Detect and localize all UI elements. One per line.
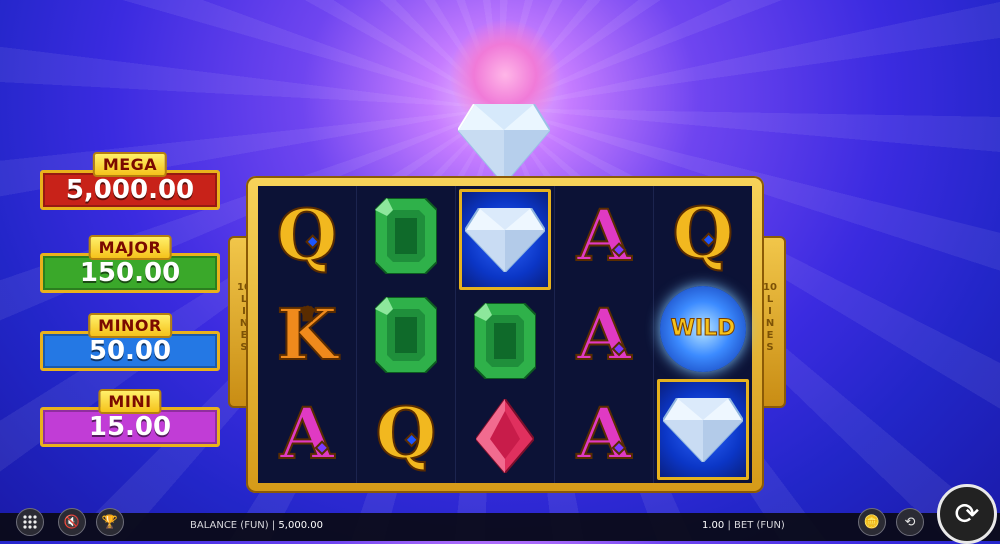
jackpot-label: MINOR: [88, 313, 172, 338]
symbol-letter: A: [576, 292, 632, 376]
symbol-k: K ♛: [276, 298, 339, 370]
symbol-letter: A: [576, 391, 632, 475]
symbol-a: A ◆: [576, 298, 632, 370]
bet-readout: 1.00 | BET (FUN): [702, 520, 785, 531]
emerald-icon: [375, 296, 437, 373]
reel-cell: Q ◆: [258, 186, 356, 285]
reel-cell: K ♛: [258, 285, 356, 384]
symbol-a: A ◆: [576, 397, 632, 469]
reel-cell: [456, 388, 554, 483]
trophy-icon[interactable]: 🏆: [96, 508, 124, 536]
bet-label: BET (FUN): [734, 520, 785, 531]
reel-1: Q ◆ K ♛ A ◆: [258, 186, 357, 483]
bet-value: 1.00: [702, 520, 725, 531]
autoplay-icon[interactable]: ⟲: [896, 508, 924, 536]
balance-label: BALANCE (FUN): [190, 520, 269, 531]
jackpot-minor: 50.00 MINOR: [40, 313, 220, 371]
bet-separator: |: [727, 520, 731, 531]
reel-cell: WILD: [654, 281, 752, 376]
jackpot-label: MEGA: [92, 152, 168, 177]
reel-grid: Q ◆ K ♛ A ◆ Q ◆ A ◆ A ◆ A ◆ Q ◆ WILD: [258, 186, 752, 483]
reel-2: Q ◆: [357, 186, 456, 483]
wild-symbol: WILD: [660, 285, 746, 372]
jackpot-mini: 15.00 MINI: [40, 389, 220, 447]
symbol-a: A ◆: [576, 199, 632, 271]
symbol-a: A ◆: [279, 397, 335, 469]
reel-cell: Q ◆: [357, 384, 455, 483]
balance-separator: |: [271, 520, 276, 531]
gem-drop-icon: ◆: [612, 436, 626, 456]
top-diamond-icon: [458, 104, 550, 184]
reel-cell: [357, 285, 455, 384]
reel-cell: A ◆: [555, 186, 653, 285]
balance-value: 5,000.00: [278, 520, 323, 531]
gem-drop-icon: ◆: [701, 228, 715, 248]
diamond-icon: [465, 207, 545, 272]
reel-5: Q ◆ WILD: [654, 186, 752, 483]
jackpot-major: 150.00 MAJOR: [40, 235, 220, 293]
reel-cell: Q ◆: [654, 186, 752, 281]
gem-drop-icon: ◆: [315, 436, 329, 456]
crown-icon: ♛: [299, 303, 317, 325]
jackpot-label: MAJOR: [88, 235, 172, 260]
reel-cell: [459, 189, 551, 290]
reel-cell: A ◆: [258, 384, 356, 483]
symbol-q: Q ◆: [375, 397, 438, 469]
ruby-icon: [476, 398, 534, 473]
reel-4: A ◆ A ◆ A ◆: [555, 186, 654, 483]
symbol-letter: A: [576, 193, 632, 277]
jackpot-mega: 5,000.00 MEGA: [40, 152, 220, 210]
reel-cell: [657, 379, 749, 480]
reel-3: [456, 186, 555, 483]
grid-dots-icon: [23, 515, 37, 529]
diamond-icon: [663, 397, 743, 462]
balance-readout: BALANCE (FUN) | 5,000.00: [190, 520, 323, 531]
reel-cell: [357, 186, 455, 285]
reel-cell: A ◆: [555, 285, 653, 384]
symbol-q: Q ◆: [672, 197, 735, 269]
emerald-icon: [474, 302, 536, 379]
wild-label: WILD: [670, 316, 736, 342]
gem-drop-icon: ◆: [305, 230, 319, 250]
grid-menu-icon[interactable]: [16, 508, 44, 536]
symbol-letter: A: [279, 391, 335, 475]
gem-drop-icon: ◆: [612, 238, 626, 258]
reel-cell: [456, 293, 554, 388]
mute-icon[interactable]: 🔇: [58, 508, 86, 536]
symbol-q: Q ◆: [276, 199, 339, 271]
spin-icon: ⟳: [954, 496, 980, 532]
spin-button[interactable]: ⟳: [937, 484, 997, 544]
reel-cell: A ◆: [555, 384, 653, 483]
emerald-icon: [375, 197, 437, 274]
gem-drop-icon: ◆: [404, 428, 418, 448]
bottom-bar: [0, 513, 1000, 541]
gem-drop-icon: ◆: [612, 337, 626, 357]
coins-icon[interactable]: 🪙: [858, 508, 886, 536]
jackpot-label: MINI: [98, 389, 162, 414]
